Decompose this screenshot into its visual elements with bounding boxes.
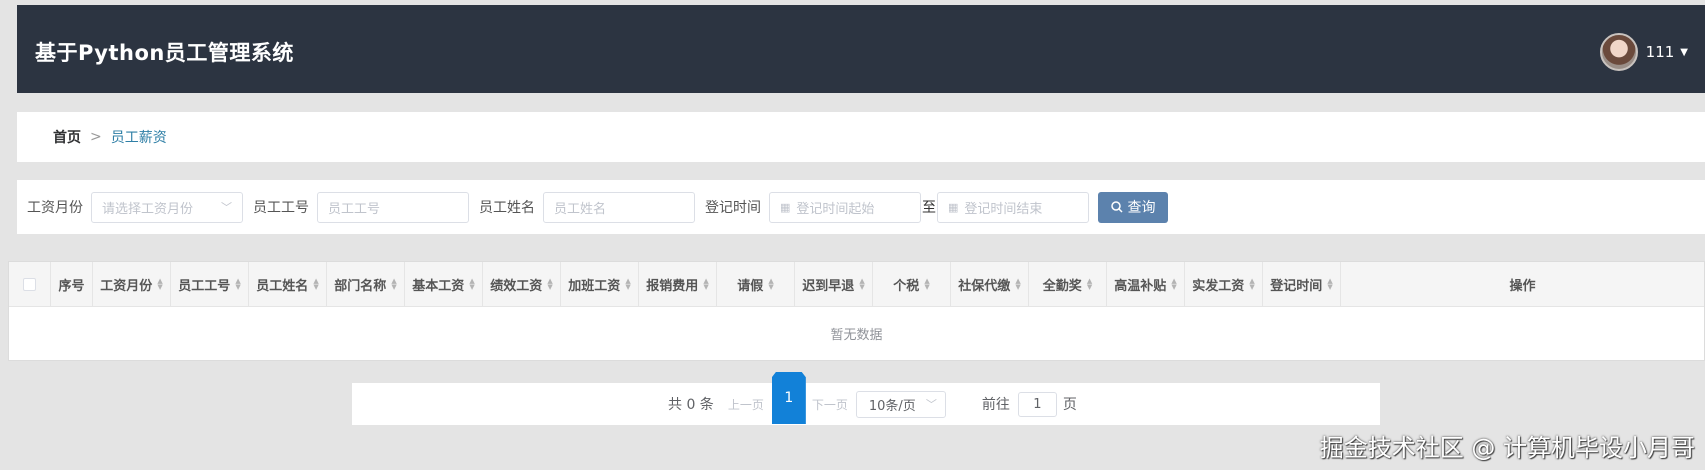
col-header[interactable]: 基本工资 ▲ ▼ bbox=[405, 262, 483, 306]
chevron-down-icon: ﹀ bbox=[925, 398, 937, 411]
select-all-cell bbox=[9, 262, 51, 306]
calendar-icon: ▦ bbox=[780, 200, 791, 214]
sort-icon[interactable]: ▲ ▼ bbox=[391, 278, 396, 291]
time-range-separator: 至 bbox=[922, 200, 936, 216]
table-header: 序号 工资月份 ▲ ▼ 员工工号 ▲ ▼ 员工姓名 ▲ ▼ 部门名称 ▲ ▼ 基本工资 ▲ ▼ 绩效… bbox=[9, 262, 1704, 307]
user-menu[interactable]: 111 ▼ bbox=[1599, 33, 1688, 71]
sort-icon[interactable]: ▲ ▼ bbox=[625, 278, 630, 291]
chevron-down-icon: ﹀ bbox=[221, 201, 232, 214]
total-count: 共 0 条 bbox=[668, 397, 714, 413]
emp-name-input[interactable]: 员工姓名 bbox=[543, 191, 695, 223]
sort-icon[interactable]: ▲ ▼ bbox=[547, 278, 552, 291]
col-header[interactable]: 报销费用 ▲ ▼ bbox=[639, 262, 717, 306]
caret-down-icon[interactable]: ▼ bbox=[1680, 47, 1688, 58]
col-header[interactable]: 员工姓名 ▲ ▼ bbox=[249, 262, 327, 306]
page-size-value: 10条/页 bbox=[868, 398, 916, 414]
sort-icon[interactable]: ▲ ▼ bbox=[1015, 278, 1020, 291]
sort-icon[interactable]: ▲ ▼ bbox=[1087, 278, 1092, 291]
sort-icon[interactable]: ▲ ▼ bbox=[313, 278, 318, 291]
sort-icon[interactable]: ▲ ▼ bbox=[469, 278, 474, 291]
sort-icon[interactable]: ▲ ▼ bbox=[1171, 278, 1176, 291]
sort-icon[interactable]: ▲ ▼ bbox=[859, 278, 864, 291]
sort-icon[interactable]: ▲ ▼ bbox=[157, 278, 162, 291]
sort-icon[interactable]: ▲ ▼ bbox=[235, 278, 240, 291]
filter-bar: 工资月份 请选择工资月份 ﹀ 员工工号 员工工号 员工姓名 员工姓名 登记时间 … bbox=[17, 180, 1705, 234]
col-header[interactable]: 登记时间 ▲ ▼ bbox=[1263, 262, 1341, 306]
col-header[interactable]: 加班工资 ▲ ▼ bbox=[561, 262, 639, 306]
col-header[interactable]: 部门名称 ▲ ▼ bbox=[327, 262, 405, 306]
search-button[interactable]: 查询 bbox=[1098, 191, 1168, 223]
sort-icon[interactable]: ▲ ▼ bbox=[703, 278, 708, 291]
col-header[interactable]: 高温补贴 ▲ ▼ bbox=[1107, 262, 1185, 306]
col-header[interactable]: 绩效工资 ▲ ▼ bbox=[483, 262, 561, 306]
time-end-input[interactable]: ▦ 登记时间结束 bbox=[937, 191, 1089, 223]
col-header[interactable]: 社保代缴 ▲ ▼ bbox=[951, 262, 1029, 306]
search-label: 查询 bbox=[1127, 200, 1156, 216]
app-title: 基于Python员工管理系统 bbox=[35, 41, 294, 65]
emp-name-label: 员工姓名 bbox=[479, 200, 535, 216]
col-header[interactable]: 请假 ▲ ▼ bbox=[717, 262, 795, 306]
watermark: 掘金技术社区 @ 计算机毕设小月哥 bbox=[1319, 434, 1695, 462]
time-label: 登记时间 bbox=[705, 200, 761, 216]
time-start-placeholder: 登记时间起始 bbox=[796, 201, 875, 217]
goto-label: 前往 bbox=[981, 397, 1010, 413]
month-select[interactable]: 请选择工资月份 ﹀ bbox=[91, 191, 243, 223]
month-placeholder: 请选择工资月份 bbox=[102, 201, 194, 217]
breadcrumb-separator: > bbox=[90, 129, 102, 145]
salary-table: 序号 工资月份 ▲ ▼ 员工工号 ▲ ▼ 员工姓名 ▲ ▼ 部门名称 ▲ ▼ 基本工资 ▲ ▼ 绩效… bbox=[8, 261, 1705, 361]
time-end-placeholder: 登记时间结束 bbox=[964, 201, 1043, 217]
goto-page-input[interactable]: 1 bbox=[1017, 391, 1057, 417]
col-header[interactable]: 实发工资 ▲ ▼ bbox=[1185, 262, 1263, 306]
avatar[interactable] bbox=[1599, 33, 1638, 71]
emp-no-placeholder: 员工工号 bbox=[328, 201, 381, 217]
col-header: 序号 bbox=[51, 262, 93, 306]
user-name[interactable]: 111 bbox=[1646, 43, 1675, 61]
breadcrumb: 首页 > 员工薪资 bbox=[17, 112, 1705, 162]
search-icon bbox=[1110, 201, 1123, 213]
sort-icon[interactable]: ▲ ▼ bbox=[1327, 278, 1332, 291]
emp-no-input[interactable]: 员工工号 bbox=[317, 191, 469, 223]
sort-icon[interactable]: ▲ ▼ bbox=[768, 278, 773, 291]
next-page-button[interactable]: 下一页 bbox=[812, 396, 848, 413]
col-header[interactable]: 个税 ▲ ▼ bbox=[873, 262, 951, 306]
prev-page-button[interactable]: 上一页 bbox=[728, 396, 764, 413]
month-label: 工资月份 bbox=[27, 200, 83, 216]
col-header[interactable]: 工资月份 ▲ ▼ bbox=[93, 262, 171, 306]
sort-icon[interactable]: ▲ ▼ bbox=[924, 278, 929, 291]
emp-no-label: 员工工号 bbox=[253, 200, 309, 216]
time-start-input[interactable]: ▦ 登记时间起始 bbox=[769, 191, 921, 223]
page-number-current[interactable]: 1 bbox=[771, 372, 806, 424]
page-size-select[interactable]: 10条/页 ﹀ bbox=[855, 390, 946, 418]
pagination: 共 0 条 上一页 1 下一页 10条/页 ﹀ 前往 1 页 bbox=[352, 372, 1380, 425]
emp-name-placeholder: 员工姓名 bbox=[554, 201, 607, 217]
select-all-checkbox[interactable] bbox=[23, 277, 36, 291]
col-header[interactable]: 员工工号 ▲ ▼ bbox=[171, 262, 249, 306]
calendar-icon: ▦ bbox=[948, 200, 959, 214]
page-unit: 页 bbox=[1062, 397, 1077, 413]
col-header: 操作 bbox=[1509, 278, 1536, 294]
col-header[interactable]: 迟到早退 ▲ ▼ bbox=[795, 262, 873, 306]
col-header[interactable]: 全勤奖 ▲ ▼ bbox=[1029, 262, 1107, 306]
empty-state: 暂无数据 bbox=[830, 328, 883, 343]
sort-icon[interactable]: ▲ ▼ bbox=[1249, 278, 1254, 291]
top-header: 基于Python员工管理系统 111 ▼ bbox=[17, 5, 1705, 93]
breadcrumb-current: 员工薪资 bbox=[110, 130, 167, 146]
breadcrumb-home[interactable]: 首页 bbox=[53, 127, 81, 147]
